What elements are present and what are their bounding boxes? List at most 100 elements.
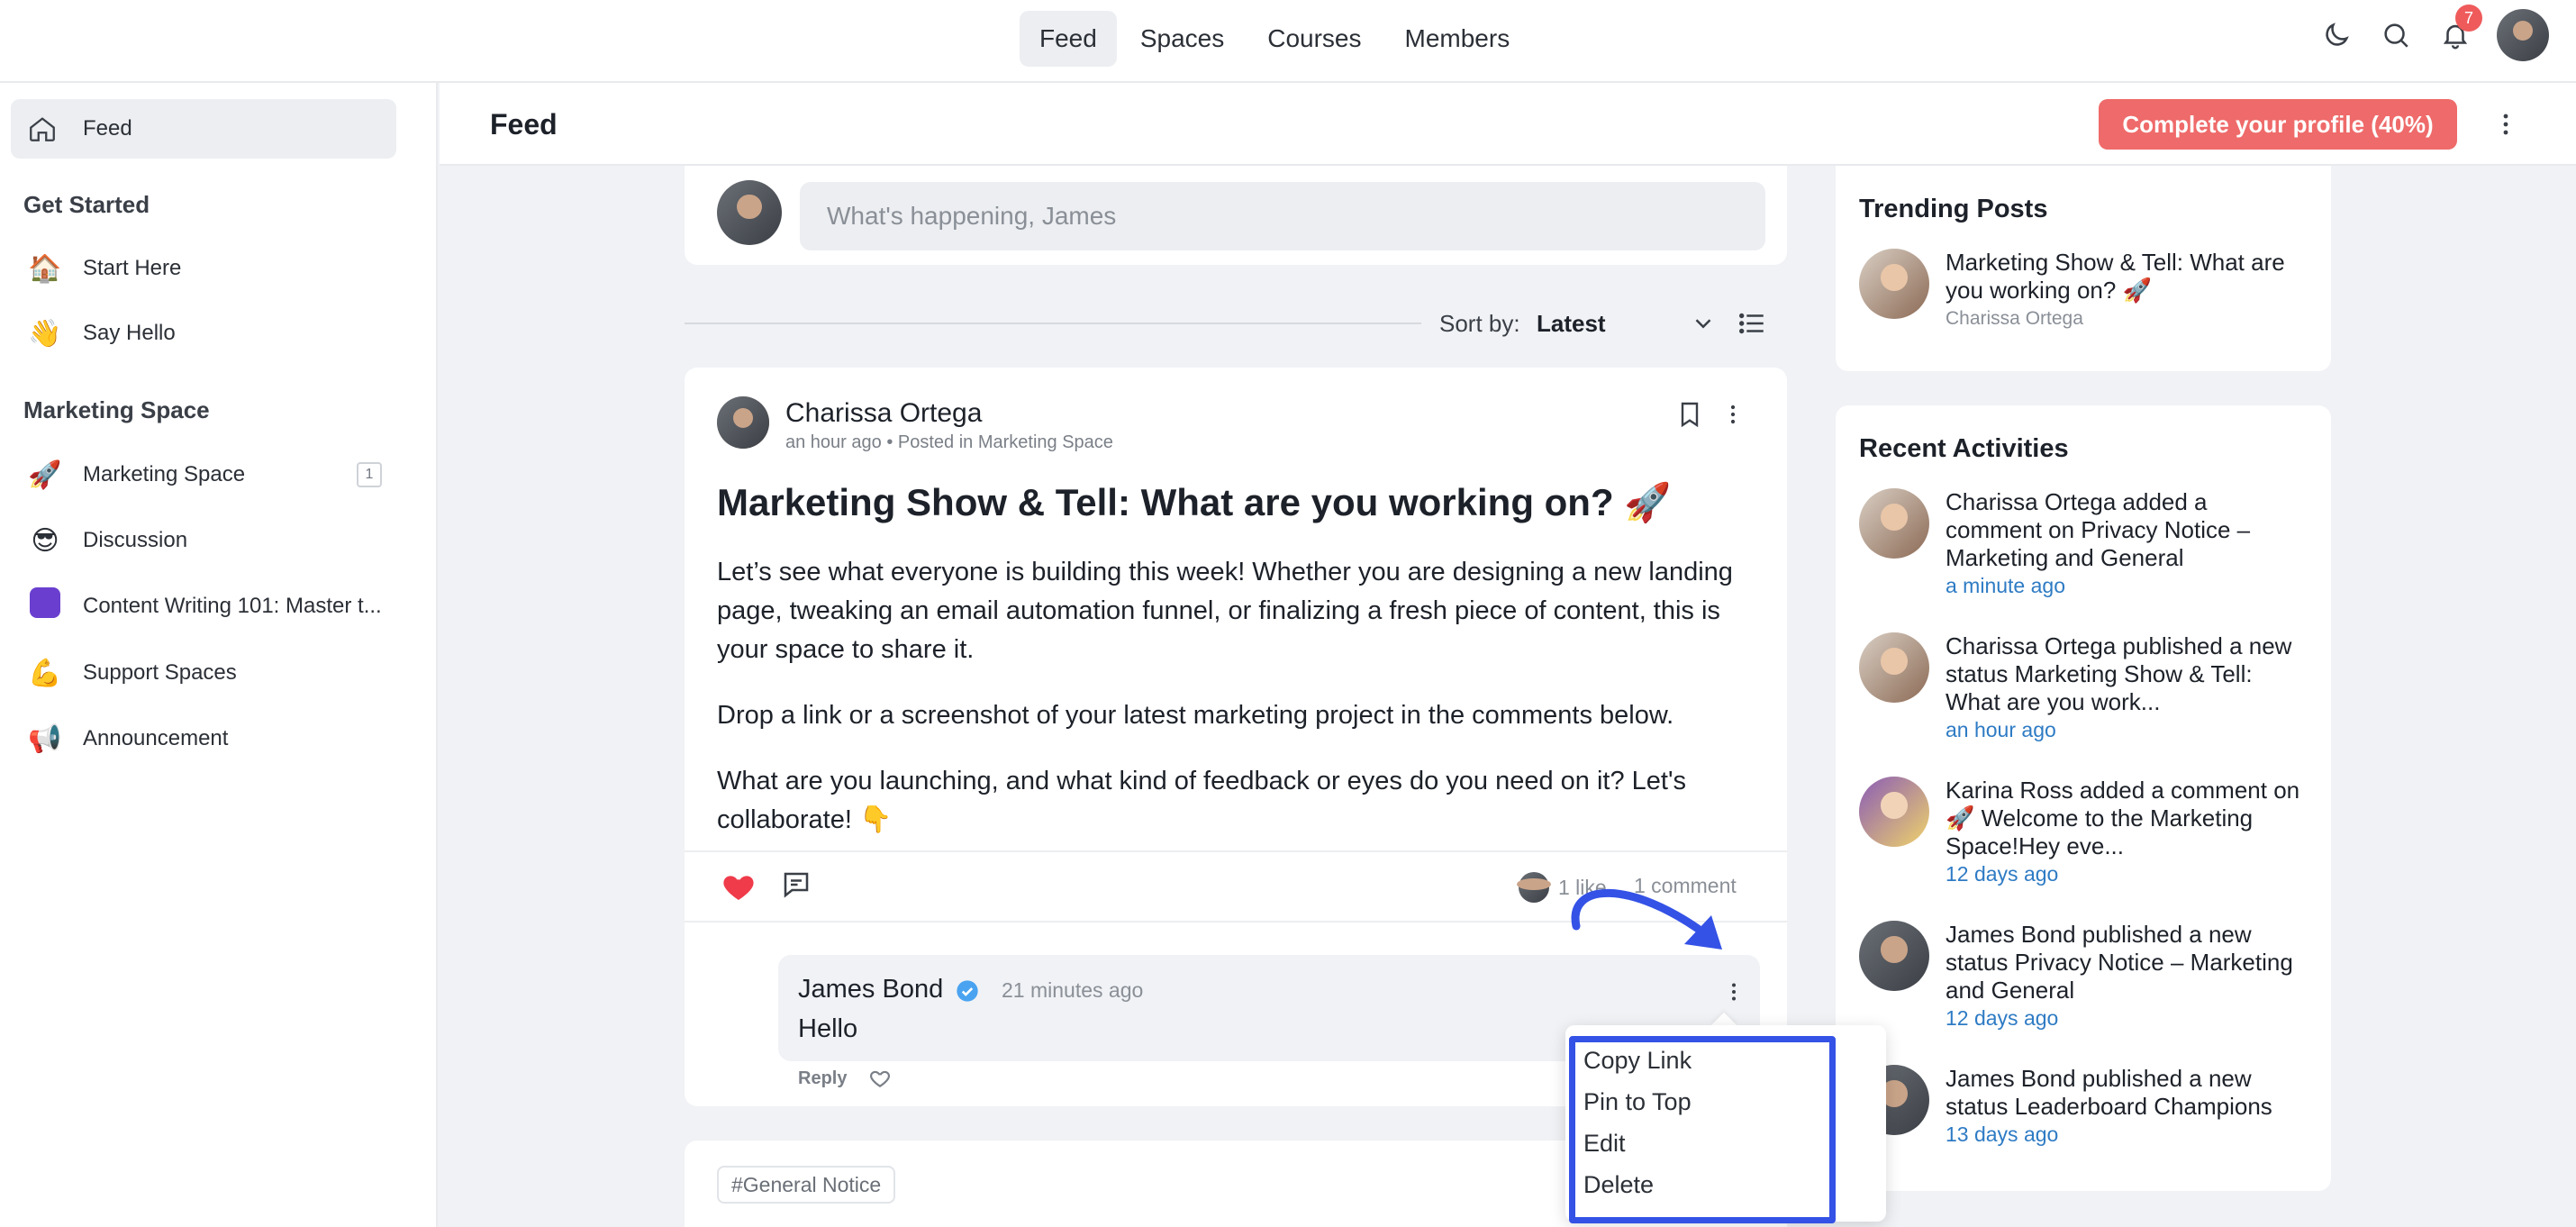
- bell-icon[interactable]: 7: [2437, 5, 2482, 53]
- post-paragraph: Drop a link or a screenshot of your late…: [717, 701, 1674, 730]
- sidebar-heading-get-started: Get Started: [23, 191, 150, 218]
- user-avatar[interactable]: [2497, 9, 2549, 61]
- post-body: Let’s see what everyone is building this…: [717, 553, 1753, 867]
- recent-activities-widget: Recent Activities Charissa Ortega added …: [1836, 405, 2331, 1191]
- muscle-emoji-icon: 💪: [28, 658, 62, 688]
- sidebar-item-label: Marketing Space: [83, 462, 246, 486]
- post-kebab-menu-icon[interactable]: [1719, 400, 1747, 429]
- page-header: Feed Complete your profile (40%): [440, 83, 2576, 166]
- activity-time: a minute ago: [1946, 574, 2065, 597]
- sort-label: Sort by:: [1439, 310, 1520, 337]
- tab-spaces[interactable]: Spaces: [1120, 11, 1244, 67]
- post-paragraph: What are you launching, and what kind of…: [717, 767, 1687, 834]
- activity-time: 12 days ago: [1946, 1006, 2059, 1030]
- avatar[interactable]: [717, 396, 769, 449]
- moon-icon[interactable]: [2318, 17, 2354, 53]
- kebab-menu-icon[interactable]: [2490, 108, 2522, 141]
- divider: [685, 323, 1421, 324]
- activity-text: Charissa Ortega added a comment on Priva…: [1946, 488, 2309, 600]
- sidebar-item-start-here[interactable]: 🏠 Start Here: [11, 239, 396, 298]
- feed-post: Charissa Ortega an hour ago • Posted in …: [685, 368, 1787, 1106]
- page-title: Feed: [490, 108, 558, 141]
- list-view-icon[interactable]: [1737, 308, 1767, 339]
- activity-time: 13 days ago: [1946, 1122, 2059, 1146]
- verified-badge-icon: [955, 978, 980, 1004]
- widget-title: Trending Posts: [1859, 195, 2048, 223]
- tab-feed[interactable]: Feed: [1020, 11, 1117, 67]
- sidebar-item-label: Say Hello: [83, 321, 176, 345]
- activity-time: 12 days ago: [1946, 862, 2059, 886]
- sidebar-item-label: Announcement: [83, 726, 229, 750]
- post-title[interactable]: Marketing Show & Tell: What are you work…: [717, 481, 1762, 525]
- sidebar-item-label: Start Here: [83, 256, 182, 280]
- widget-title: Recent Activities: [1859, 434, 2069, 463]
- activity-target: Leaderboard Champions: [2014, 1093, 2272, 1120]
- wave-emoji-icon: 👋: [28, 318, 62, 349]
- reply-button[interactable]: Reply: [798, 1068, 847, 1089]
- heart-icon[interactable]: [721, 868, 757, 904]
- sidebar-item-say-hello[interactable]: 👋 Say Hello: [11, 304, 396, 363]
- activity-target: 🚀 Welcome to the Marketing Space!Hey eve…: [1946, 804, 2254, 859]
- sidebar-item-discussion[interactable]: 😎 Discussion: [11, 511, 396, 570]
- heart-outline-icon[interactable]: [868, 1067, 892, 1090]
- sidebar-item-feed[interactable]: Feed: [11, 99, 396, 159]
- avatar: [1859, 921, 1929, 991]
- avatar: [717, 180, 782, 245]
- activity-actor: Karina Ross: [1946, 777, 2073, 804]
- avatar: [1859, 488, 1929, 559]
- complete-profile-button[interactable]: Complete your profile (40%): [2099, 99, 2457, 150]
- avatar: [1519, 872, 1549, 903]
- megaphone-emoji-icon: 📢: [28, 723, 62, 754]
- sunglasses-emoji-icon: 😎: [31, 525, 59, 556]
- sidebar-heading-marketing: Marketing Space: [23, 396, 210, 423]
- activity-text: James Bond published a new status Leader…: [1946, 1065, 2309, 1149]
- activity-actor: Charissa Ortega: [1946, 632, 2117, 659]
- sidebar-item-support-spaces[interactable]: 💪 Support Spaces: [11, 643, 396, 703]
- avatar: [1859, 777, 1929, 847]
- post-meta: an hour ago • Posted in Marketing Space: [785, 432, 1113, 452]
- comment-text: Hello: [798, 1014, 858, 1043]
- sidebar-item-announcement[interactable]: 📢 Announcement: [11, 709, 396, 768]
- activity-time: an hour ago: [1946, 718, 2056, 741]
- tab-members[interactable]: Members: [1385, 11, 1530, 67]
- activity-text: Karina Ross added a comment on 🚀 Welcome…: [1946, 777, 2309, 888]
- topic-tag[interactable]: #General Notice: [717, 1166, 896, 1204]
- activity-actor: James Bond: [1946, 1065, 2076, 1092]
- chevron-down-icon[interactable]: [1690, 310, 1717, 337]
- trending-posts-widget: Trending Posts Marketing Show & Tell: Wh…: [1836, 166, 2331, 371]
- top-navigation: Feed Spaces Courses Members 7: [0, 0, 2576, 83]
- main-tabs: Feed Spaces Courses Members: [1020, 11, 1529, 67]
- sidebar-item-label: Support Spaces: [83, 660, 237, 685]
- sidebar-item-label: Discussion: [83, 528, 188, 552]
- home-icon: [27, 114, 63, 144]
- trending-post-title: Marketing Show & Tell: What are you work…: [1946, 249, 2309, 332]
- activity-text: Charissa Ortega published a new status M…: [1946, 632, 2309, 744]
- avatar: [1859, 249, 1929, 319]
- search-icon[interactable]: [2378, 17, 2414, 53]
- sidebar: Feed Get Started 🏠 Start Here 👋 Say Hell…: [0, 83, 438, 1227]
- trending-post-author: Charissa Ortega: [1946, 308, 2083, 329]
- comment-actions: Reply: [798, 1067, 892, 1090]
- sidebar-item-content-writing[interactable]: Content Writing 101: Master t...: [11, 577, 396, 636]
- status-input[interactable]: [800, 182, 1765, 250]
- tab-courses[interactable]: Courses: [1247, 11, 1381, 67]
- comment-icon[interactable]: [780, 868, 812, 901]
- notification-badge: 7: [2455, 5, 2482, 32]
- bookmark-icon[interactable]: [1675, 400, 1704, 429]
- avatar: [1859, 632, 1929, 703]
- annotation-highlight-box: [1569, 1036, 1836, 1223]
- comment-kebab-menu-icon[interactable]: [1720, 978, 1747, 1005]
- sort-select[interactable]: Latest: [1537, 310, 1606, 338]
- activity-actor: Charissa Ortega: [1946, 488, 2117, 515]
- divider: [685, 850, 1787, 852]
- post-author[interactable]: Charissa Ortega: [785, 398, 982, 429]
- sidebar-item-label: Content Writing 101: Master t...: [83, 594, 382, 618]
- annotation-arrow-icon: [1558, 874, 1738, 982]
- comment-author[interactable]: James Bond: [798, 975, 943, 1004]
- sidebar-item-marketing-space[interactable]: 🚀 Marketing Space 1: [11, 445, 396, 504]
- rocket-emoji-icon: 🚀: [28, 459, 62, 490]
- post-paragraph: Let’s see what everyone is building this…: [717, 558, 1733, 664]
- activity-actor: James Bond: [1946, 921, 2076, 948]
- post-composer: [685, 166, 1787, 265]
- purple-square-icon: [27, 587, 63, 625]
